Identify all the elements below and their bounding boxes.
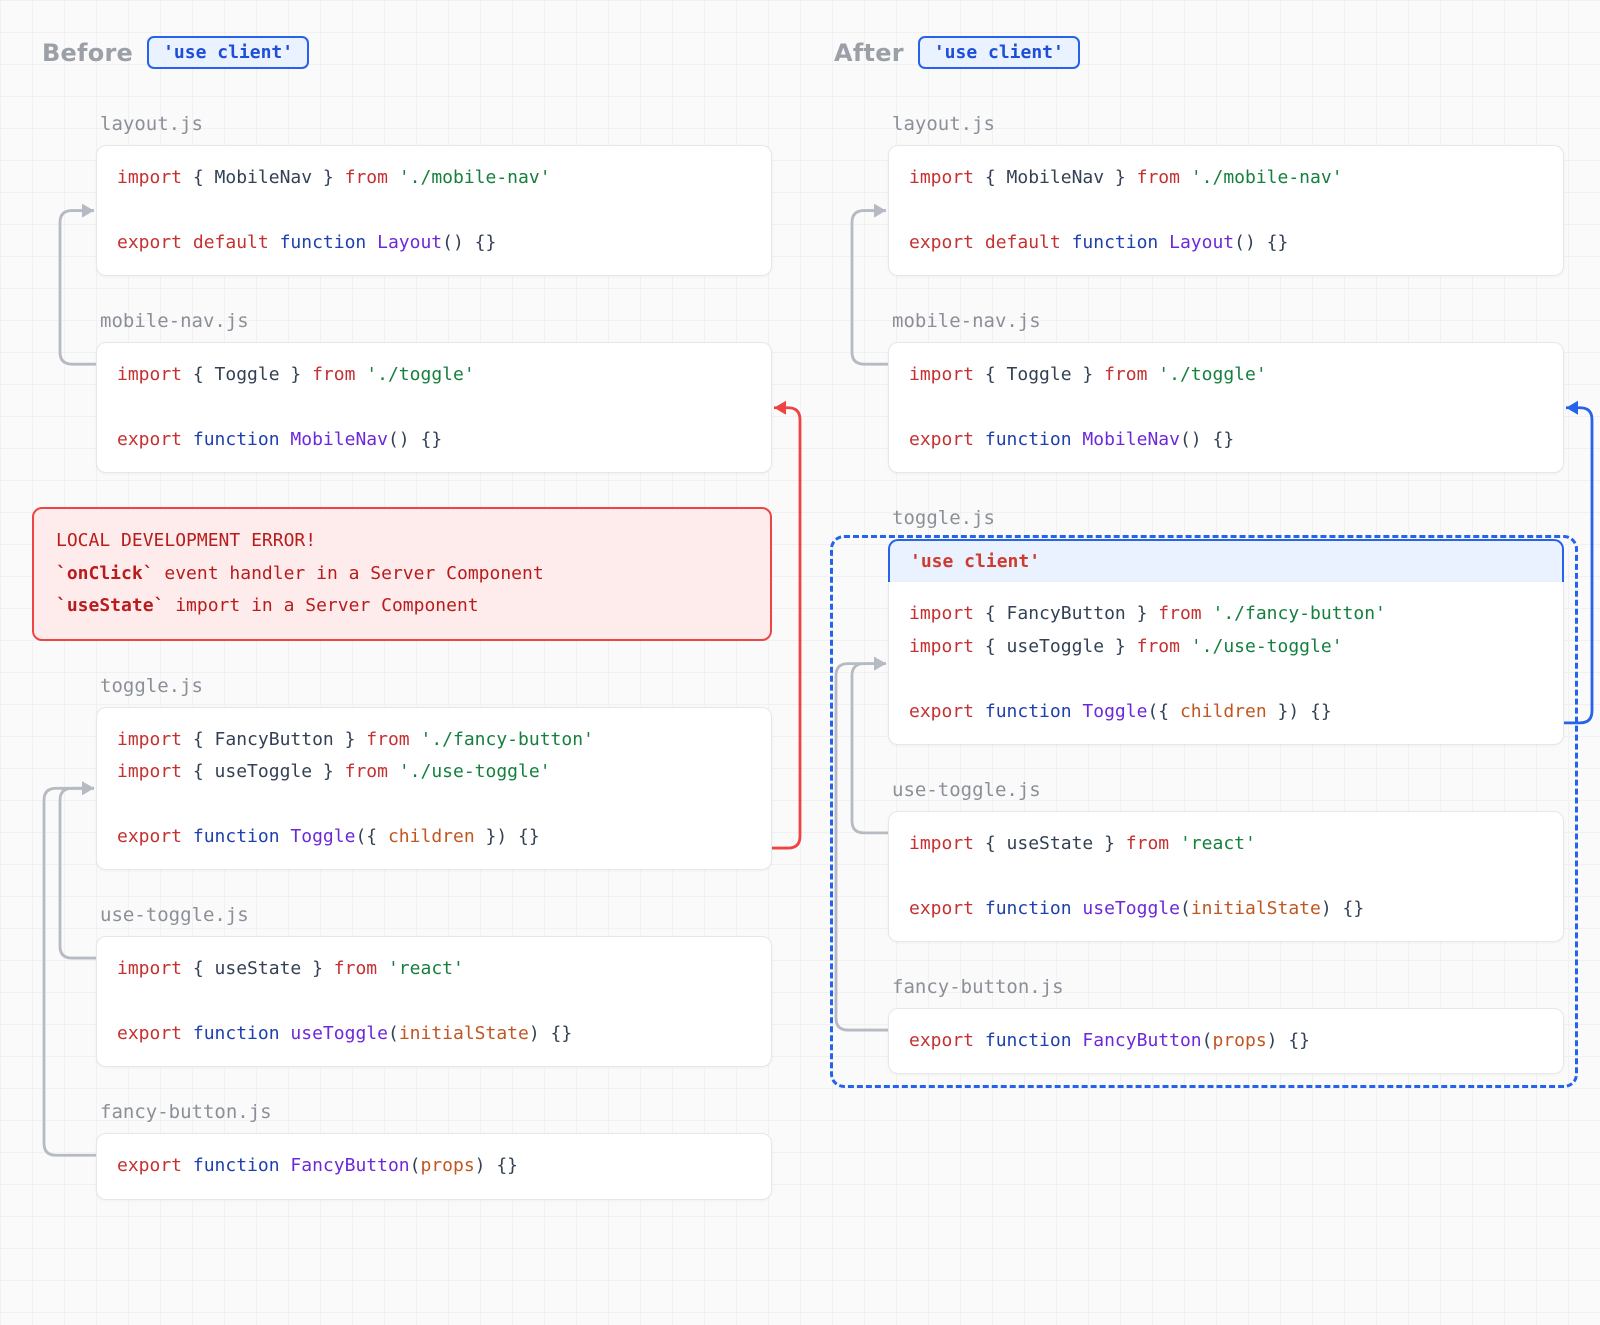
column-title: After <box>834 39 904 67</box>
file-label: layout.js <box>892 113 1564 135</box>
file-label: mobile-nav.js <box>100 310 772 332</box>
code-block: import { Toggle } from './toggle' export… <box>888 342 1564 473</box>
code-block: import { MobileNav } from './mobile-nav'… <box>96 145 772 276</box>
code-block: import { FancyButton } from './fancy-but… <box>888 582 1564 745</box>
after-column: After 'use client' layout.js import { Mo… <box>828 36 1564 1234</box>
use-client-badge: 'use client' <box>918 36 1080 69</box>
file-label: fancy-button.js <box>100 1101 772 1123</box>
code-block: import { Toggle } from './toggle' export… <box>96 342 772 473</box>
use-client-badge: 'use client' <box>147 36 309 69</box>
before-column: Before 'use client' layout.js import { M… <box>36 36 772 1234</box>
code-block: import { MobileNav } from './mobile-nav'… <box>888 145 1564 276</box>
file-label: use-toggle.js <box>892 779 1564 801</box>
error-title: LOCAL DEVELOPMENT ERROR! <box>56 525 748 557</box>
file-label: toggle.js <box>892 507 1564 529</box>
code-block: import { FancyButton } from './fancy-but… <box>96 707 772 871</box>
code-block: export function FancyButton(props) {} <box>888 1008 1564 1074</box>
code-block: import { useState } from 'react' export … <box>96 936 772 1067</box>
file-label: mobile-nav.js <box>892 310 1564 332</box>
file-label: toggle.js <box>100 675 772 697</box>
code-block: export function FancyButton(props) {} <box>96 1133 772 1199</box>
column-title: Before <box>42 39 133 67</box>
code-block: import { useState } from 'react' export … <box>888 811 1564 942</box>
file-label: use-toggle.js <box>100 904 772 926</box>
file-label: fancy-button.js <box>892 976 1564 998</box>
error-panel: LOCAL DEVELOPMENT ERROR! `onClick` event… <box>32 507 772 640</box>
use-client-directive: 'use client' <box>888 539 1564 582</box>
file-label: layout.js <box>100 113 772 135</box>
